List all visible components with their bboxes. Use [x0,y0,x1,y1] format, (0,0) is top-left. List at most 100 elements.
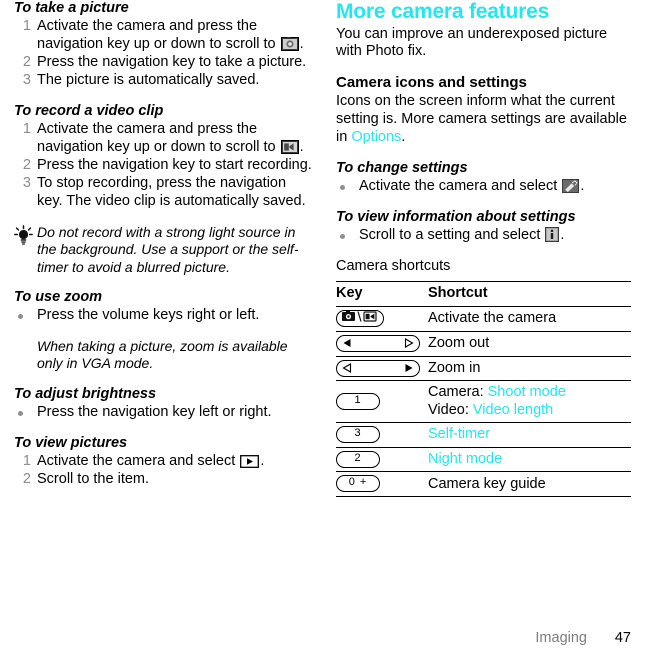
step-number: 2 [22,54,31,71]
subsection-heading-camera-icons: Camera icons and settings [336,74,527,92]
column-header-key: Key [336,280,428,307]
steps-view-pictures: 1 Activate the camera and select . 2 Scrol… [14,453,314,489]
number-key-1-icon: 1 [336,392,380,410]
shortcuts-heading: Camera shortcuts [336,258,451,275]
step-number: 2 [22,157,31,174]
rocker-glyphs [342,361,414,376]
step-text: To stop recording, press the navigation … [37,175,306,210]
table-cell-shortcut: Zoom in [428,355,631,381]
number-key-0-icon: 0 + [336,475,380,493]
video-length-link[interactable]: Video length [473,402,553,418]
step-number: 1 [22,121,31,138]
bullet-dot-icon [18,411,23,417]
shortcut-label-video: Video: [428,401,473,418]
triangle-left-outline-icon [342,363,352,373]
section-heading-change-settings: To change settings [336,159,468,176]
table-row: Zoom in [336,355,631,381]
right-column: More camera features You can improve an … [336,0,631,498]
triangle-left-filled-icon [343,339,351,348]
rocker-glyphs [342,336,414,351]
shortcut-text: Camera key guide [428,475,546,492]
section-heading-record-video: To record a video clip [14,103,164,120]
bullet-item: Press the navigation key left or right. [14,404,314,422]
bullets-adjust-brightness: Press the navigation key left or right. [14,404,314,422]
bullet-item: Activate the camera and select . [336,178,631,196]
step-item: 3 The picture is automatically saved. [14,72,314,90]
step-item: 1 Activate the camera and press the navig… [14,18,314,54]
table-header-row: Key Shortcut [336,280,631,307]
tip-note: Do not record with a strong light source… [14,224,314,276]
shortcut-text: Zoom out [428,334,490,351]
table-row: Zoom out [336,330,631,357]
subsection-text-after: . [401,128,406,145]
table-cell-shortcut: Camera: Shoot mode Video: Video length [428,380,631,423]
number-key-2-icon: 2 [336,450,380,468]
bullet-dot-icon [340,234,345,240]
table-cell-shortcut: Night mode [428,446,631,472]
camera-video-key-icon [336,310,384,328]
step-item: 1 Activate the camera and press the navig… [14,121,314,157]
subsection-paragraph: Icons on the screen inform what the curr… [336,93,631,147]
video-camera-icon [280,140,299,155]
section-heading-view-info: To view information about settings [336,209,576,226]
volume-rocker-right-key-icon [336,359,420,377]
left-column: To take a picture 1 Activate the camera a… [14,0,314,489]
table-cell-shortcut: Self-timer [428,422,631,448]
steps-record-video: 1 Activate the camera and press the navig… [14,121,314,211]
volume-rocker-left-key-icon [336,334,420,352]
footer-chapter-name: Imaging [535,630,587,646]
self-timer-link[interactable]: Self-timer [428,426,490,442]
table-cell-key [336,330,428,357]
shortcut-text: Zoom in [428,359,481,376]
table-cell-shortcut: Zoom out [428,330,631,357]
caution-note: When taking a picture, zoom is available… [14,338,314,373]
table-row: 2 Night mode [336,446,631,472]
table-cell-key: 1 [336,380,428,423]
bullets-view-info: Scroll to a setting and select . [336,227,631,245]
footer-page-number: 47 [614,630,631,646]
table-row: 3 Self-timer [336,422,631,448]
step-text-tail: . [260,453,265,470]
night-mode-link[interactable]: Night mode [428,451,502,467]
table-cell-shortcut: Activate the camera [428,306,631,332]
bullet-text: Press the volume keys right or left. [37,307,260,324]
play-icon [240,455,260,469]
section-heading-view-pictures: To view pictures [14,434,128,451]
bullet-dot-icon [340,185,345,191]
steps-take-picture: 1 Activate the camera and press the navig… [14,18,314,90]
tip-text: Do not record with a strong light source… [37,223,299,275]
step-number: 2 [22,471,31,488]
shortcut-label-camera: Camera: [428,384,488,401]
triangle-right-outline-icon [404,338,414,349]
bullet-text: Scroll to a setting and select [359,227,545,244]
bullet-text-tail: . [580,178,585,195]
options-link[interactable]: Options [351,129,401,145]
table-cell-key [336,355,428,381]
bullet-item: Scroll to a setting and select . [336,227,631,245]
bullet-text: Activate the camera and select [359,178,562,195]
table-cell-shortcut: Camera key guide [428,471,631,498]
info-icon [545,227,560,243]
bullet-text-tail: . [560,227,565,244]
shoot-mode-link[interactable]: Shoot mode [488,384,566,400]
step-item: 2 Press the navigation key to take a pict… [14,54,314,72]
table-row: 1 Camera: Shoot mode Video: Video length [336,380,631,423]
caution-text: When taking a picture, zoom is available… [37,338,288,372]
bullet-dot-icon [18,314,23,320]
step-text: Activate the camera and select [37,453,240,470]
exclamation-mark-shape [19,341,20,358]
step-number: 1 [22,453,31,470]
shortcut-text: Activate the camera [428,310,557,327]
intro-paragraph: You can improve an underexposed picture … [336,25,608,60]
table-row: Activate the camera [336,306,631,332]
table-cell-key: 3 [336,422,428,448]
step-text: The picture is automatically saved. [37,72,260,89]
step-item: 3 To stop recording, press the navigation… [14,175,314,211]
page-title: More camera features [336,0,550,23]
camera-shortcuts-table: Key Shortcut Activate the camera Zoom ou… [336,280,631,498]
